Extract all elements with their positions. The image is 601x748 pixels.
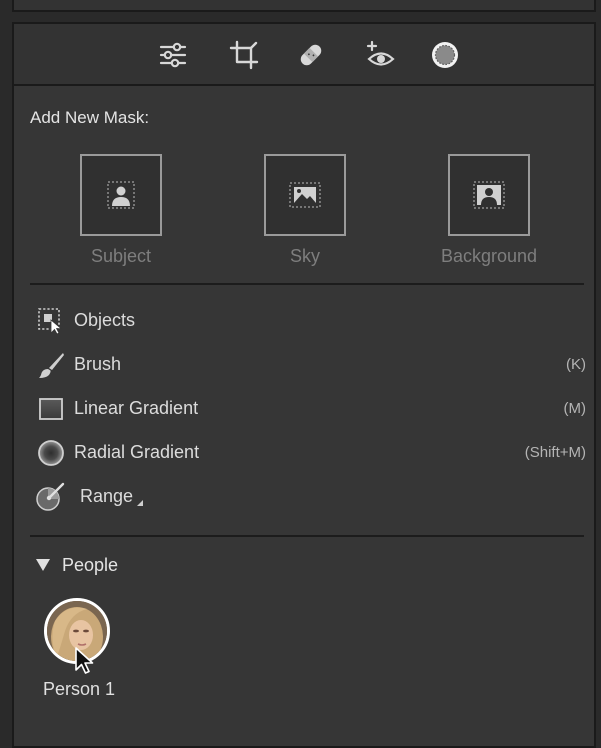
crop-icon bbox=[229, 40, 259, 70]
subject-mask-tile[interactable] bbox=[80, 154, 162, 236]
background-mask-button[interactable]: Background bbox=[441, 154, 537, 266]
background-mask-icon bbox=[473, 181, 505, 209]
radial-gradient-icon-wrap bbox=[36, 438, 66, 468]
brush-label: Brush bbox=[74, 354, 122, 374]
crop-tool-button[interactable] bbox=[227, 38, 261, 72]
red-eye-tool-button[interactable] bbox=[364, 38, 398, 72]
subject-mask-button[interactable]: Subject bbox=[80, 154, 162, 266]
person-name: Person 1 bbox=[42, 679, 116, 699]
range-dropdown-caret-icon[interactable] bbox=[137, 500, 143, 506]
sliders-icon bbox=[159, 42, 187, 68]
linear-gradient-shortcut: (M) bbox=[563, 400, 587, 417]
range-label: Range bbox=[80, 486, 134, 506]
objects-mask-tool[interactable]: Objects bbox=[36, 304, 586, 338]
radial-gradient-shortcut: (Shift+M) bbox=[524, 444, 586, 461]
masking-panel-screen: Add New Mask: Subject Sky Background Obj… bbox=[0, 0, 601, 748]
subject-mask-label: Subject bbox=[90, 246, 152, 266]
subject-mask-icon bbox=[107, 181, 135, 209]
edit-tools-toolbar bbox=[14, 24, 594, 86]
range-icon-wrap bbox=[36, 482, 66, 512]
background-mask-tile[interactable] bbox=[448, 154, 530, 236]
linear-gradient-icon bbox=[39, 398, 63, 420]
mouse-pointer-icon bbox=[75, 647, 94, 674]
edit-sliders-button[interactable] bbox=[156, 38, 190, 72]
objects-icon-wrap bbox=[36, 306, 66, 336]
linear-gradient-icon-wrap bbox=[36, 394, 66, 424]
red-eye-icon bbox=[366, 40, 395, 66]
range-icon bbox=[36, 482, 65, 511]
objects-icon bbox=[38, 308, 63, 335]
masking-panel: Add New Mask: Subject Sky Background Obj… bbox=[12, 22, 596, 748]
sky-mask-icon bbox=[289, 182, 321, 208]
brush-mask-tool[interactable]: Brush (K) bbox=[36, 348, 586, 382]
radial-gradient-icon bbox=[38, 440, 64, 466]
sky-mask-tile[interactable] bbox=[264, 154, 346, 236]
section-divider bbox=[30, 283, 584, 285]
people-label: People bbox=[62, 555, 119, 575]
linear-gradient-mask-tool[interactable]: Linear Gradient (M) bbox=[36, 392, 586, 426]
panel-top-edge bbox=[12, 0, 596, 12]
masking-tool-button[interactable] bbox=[428, 38, 462, 72]
radial-gradient-mask-tool[interactable]: Radial Gradient (Shift+M) bbox=[36, 436, 586, 470]
sky-mask-button[interactable]: Sky bbox=[264, 154, 346, 266]
healing-tool-button[interactable] bbox=[294, 38, 328, 72]
linear-gradient-label: Linear Gradient bbox=[74, 398, 199, 418]
background-mask-label: Background bbox=[440, 246, 538, 266]
healing-bandage-icon bbox=[300, 44, 322, 66]
range-mask-tool[interactable]: Range bbox=[36, 480, 586, 514]
disclosure-triangle-icon bbox=[36, 559, 50, 571]
sky-mask-label: Sky bbox=[289, 246, 321, 266]
objects-label: Objects bbox=[74, 310, 136, 330]
radial-gradient-label: Radial Gradient bbox=[74, 442, 200, 462]
brush-icon-wrap bbox=[36, 350, 66, 380]
brush-icon bbox=[39, 353, 64, 378]
brush-shortcut: (K) bbox=[566, 356, 586, 373]
section-divider bbox=[30, 535, 584, 537]
add-new-mask-label: Add New Mask: bbox=[30, 108, 150, 127]
masking-icon bbox=[432, 42, 458, 68]
